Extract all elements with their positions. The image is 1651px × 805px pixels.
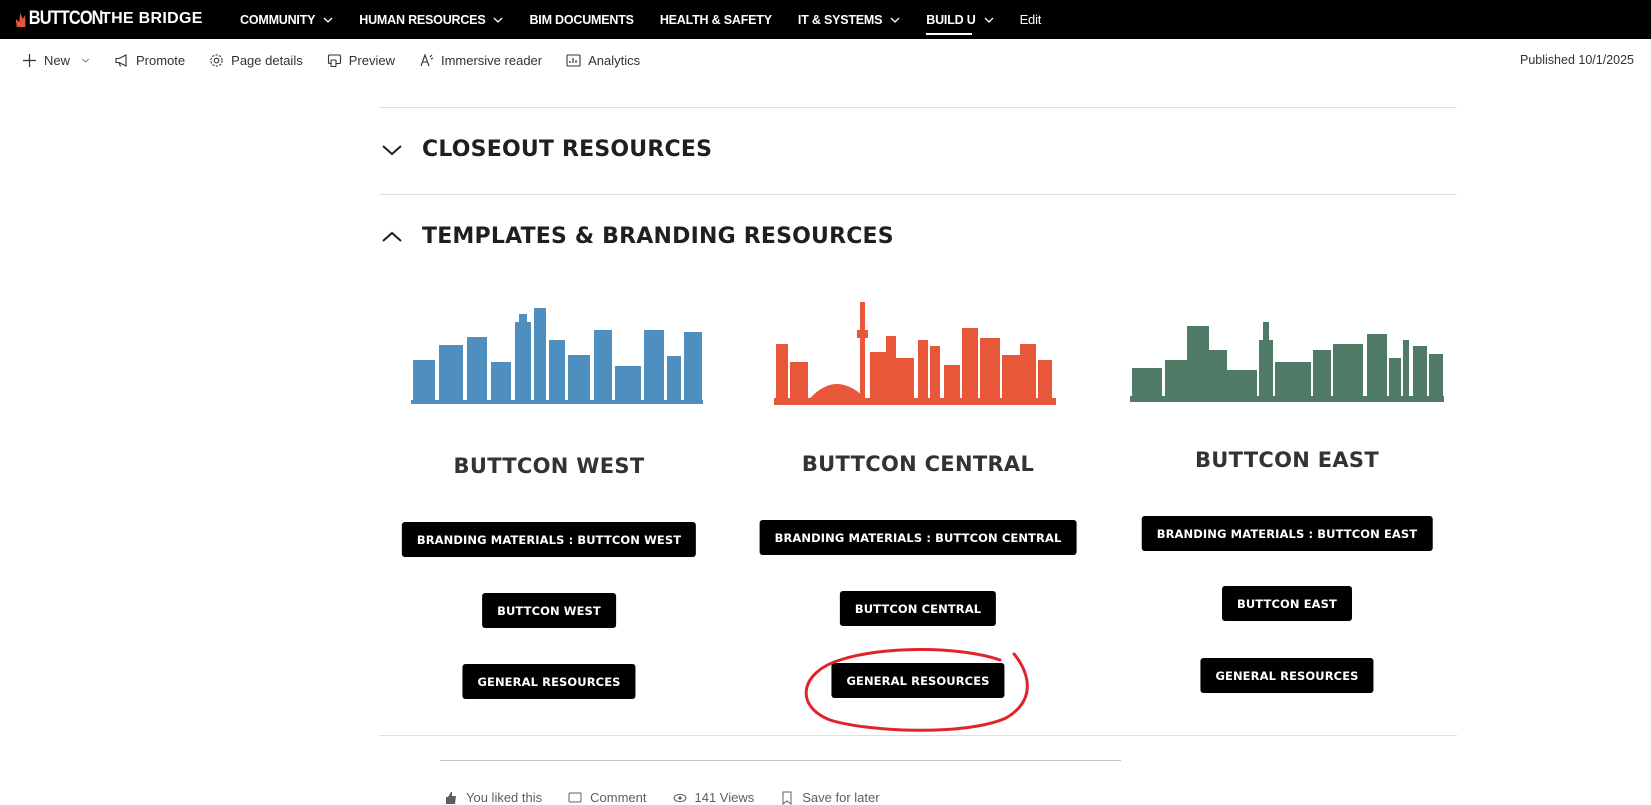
chevron-down-icon (323, 17, 333, 23)
templates-branding-header[interactable]: TEMPLATES & BRANDING RESOURCES (381, 224, 894, 249)
plus-icon (23, 54, 36, 67)
east-skyline-image (1130, 322, 1444, 402)
buttcon-logo[interactable]: BUTTCON (15, 8, 103, 30)
comment-button[interactable]: Comment (568, 790, 647, 805)
chevron-down-icon (890, 17, 900, 23)
general-resources-east-button[interactable]: GENERAL RESOURCES (1200, 658, 1374, 693)
buttcon-west-button[interactable]: BUTTCON WEST (482, 593, 616, 628)
chevron-down-icon (81, 58, 90, 63)
region-column-west: BUTTCON WEST BRANDING MATERIALS : BUTTCO… (389, 300, 709, 720)
analytics-icon (566, 54, 581, 67)
closeout-resources-header[interactable]: CLOSEOUT RESOURCES (381, 137, 712, 162)
published-date: Published 10/1/2025 (1520, 53, 1634, 67)
like-label: You liked this (466, 790, 543, 805)
branding-materials-west-button[interactable]: BRANDING MATERIALS : BUTTCON WEST (401, 522, 697, 557)
command-bar: New Promote Page details Preview Immersi… (0, 39, 1651, 82)
nav-item-health-safety[interactable]: HEALTH & SAFETY (660, 0, 772, 39)
section-divider (379, 107, 1457, 108)
buttcon-flame-icon (15, 13, 26, 27)
comment-icon (568, 792, 582, 802)
region-column-central: BUTTCON CENTRAL BRANDING MATERIALS : BUT… (758, 300, 1078, 720)
save-label: Save for later (802, 790, 880, 805)
site-title[interactable]: THE BRIDGE (101, 10, 203, 28)
chevron-down-icon (984, 17, 994, 23)
nav-item-label: COMMUNITY (240, 12, 316, 27)
eye-icon (673, 793, 686, 802)
megaphone-icon (115, 54, 127, 67)
nav-item-label: HEALTH & SAFETY (659, 12, 772, 27)
nav-item-community[interactable]: COMMUNITY (240, 0, 333, 39)
analytics-button[interactable]: Analytics (566, 53, 640, 68)
social-bar: You liked this Comment 141 Views Save fo… (444, 790, 880, 805)
nav-item-label: IT & SYSTEMS (797, 12, 883, 27)
immersive-reader-button[interactable]: Immersive reader (419, 53, 542, 68)
page-details-button[interactable]: Page details (209, 53, 303, 68)
section-title: TEMPLATES & BRANDING RESOURCES (422, 224, 894, 249)
nav-item-it-systems[interactable]: IT & SYSTEMS (798, 0, 900, 39)
thumbs-up-icon (446, 791, 456, 804)
preview-label: Preview (348, 53, 395, 68)
chevron-down-icon (494, 17, 503, 23)
new-label: New (44, 53, 71, 68)
top-navigation-bar: BUTTCON THE BRIDGE COMMUNITY HUMAN RESOU… (0, 0, 1651, 39)
page-details-label: Page details (231, 53, 303, 68)
branding-materials-central-button[interactable]: BRANDING MATERIALS : BUTTCON CENTRAL (759, 520, 1077, 555)
views-label: 141 Views (694, 790, 755, 805)
analytics-label: Analytics (588, 53, 641, 68)
region-title: BUTTCON CENTRAL (801, 452, 1035, 476)
region-title: BUTTCON EAST (1195, 448, 1379, 472)
west-skyline-image (411, 308, 703, 404)
nav-item-label: BIM DOCUMENTS (529, 12, 634, 27)
central-skyline-image (774, 302, 1056, 405)
chevron-down-icon (382, 144, 402, 155)
region-column-east: BUTTCON EAST BRANDING MATERIALS : BUTTCO… (1127, 300, 1447, 720)
general-resources-west-button[interactable]: GENERAL RESOURCES (462, 664, 636, 699)
like-button[interactable]: You liked this (444, 790, 542, 805)
promote-label: Promote (136, 53, 186, 68)
buttcon-central-button[interactable]: BUTTCON CENTRAL (839, 591, 997, 626)
preview-icon (327, 54, 341, 68)
immersive-reader-label: Immersive reader (440, 53, 543, 68)
general-resources-central-button[interactable]: GENERAL RESOURCES (831, 663, 1005, 698)
nav-item-edit[interactable]: Edit (1020, 0, 1042, 39)
section-divider (379, 194, 1457, 195)
nav-item-bim-documents[interactable]: BIM DOCUMENTS (529, 0, 634, 39)
nav-menu: COMMUNITY HUMAN RESOURCES BIM DOCUMENTS … (240, 0, 1067, 39)
save-for-later-button[interactable]: Save for later (780, 790, 880, 805)
logo-text: BUTTCON (28, 8, 104, 29)
gear-icon (210, 54, 223, 67)
buttcon-east-button[interactable]: BUTTCON EAST (1222, 586, 1352, 621)
immersive-reader-icon (420, 53, 434, 67)
nav-item-label: BUILD U (926, 12, 976, 27)
section-divider (379, 735, 1457, 736)
branding-materials-east-button[interactable]: BRANDING MATERIALS : BUTTCON EAST (1141, 516, 1433, 551)
region-title: BUTTCON WEST (453, 454, 645, 478)
nav-item-human-resources[interactable]: HUMAN RESOURCES (359, 0, 503, 39)
comment-label: Comment (590, 790, 647, 805)
nav-item-build-u[interactable]: BUILD U (926, 0, 994, 39)
views-count: 141 Views (673, 790, 755, 805)
nav-item-label: Edit (1019, 12, 1042, 27)
chevron-up-icon (382, 231, 402, 242)
promote-button[interactable]: Promote (114, 53, 185, 68)
new-button[interactable]: New (22, 53, 90, 68)
preview-button[interactable]: Preview (327, 53, 395, 68)
footer-divider (440, 760, 1121, 761)
bookmark-icon (782, 791, 792, 805)
nav-item-label: HUMAN RESOURCES (359, 12, 486, 27)
section-title: CLOSEOUT RESOURCES (422, 137, 713, 162)
